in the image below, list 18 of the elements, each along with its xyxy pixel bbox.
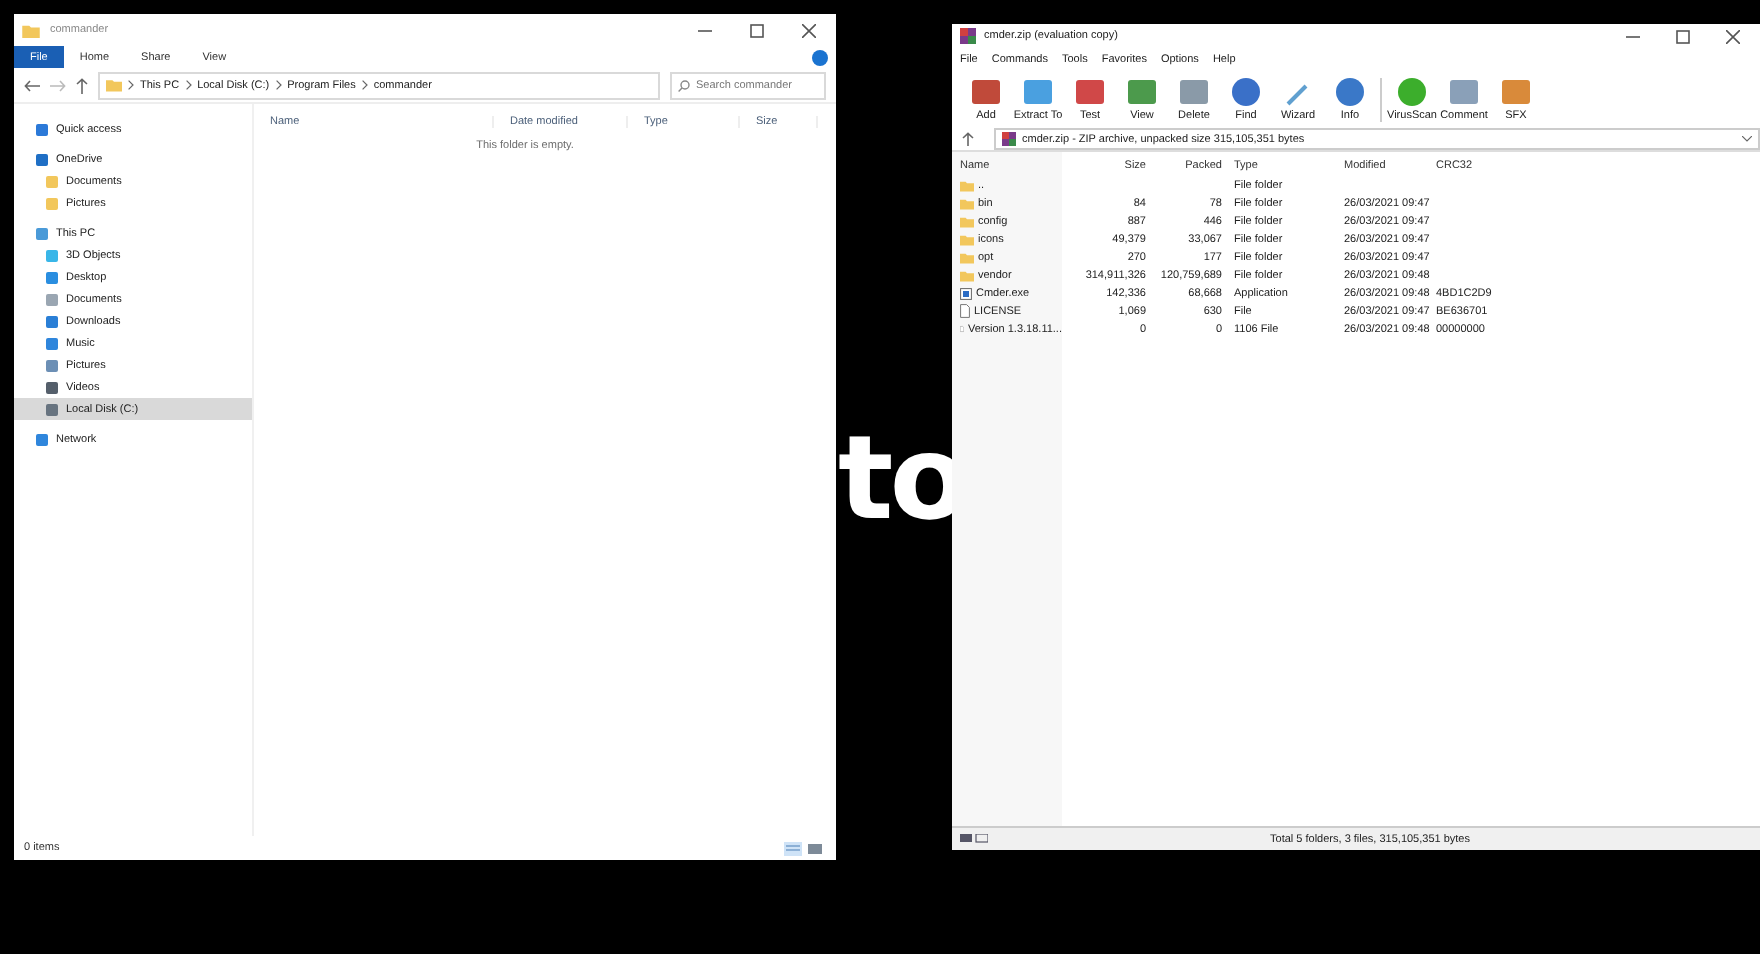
back-icon[interactable] xyxy=(24,79,40,91)
large-icons-view-icon[interactable] xyxy=(806,841,824,855)
search-icon xyxy=(678,79,690,91)
application-icon xyxy=(960,287,972,299)
maximize-icon[interactable] xyxy=(750,23,764,37)
close-icon[interactable] xyxy=(802,23,816,37)
maximize-icon[interactable] xyxy=(1676,29,1690,43)
up-icon[interactable] xyxy=(962,132,974,146)
archive-icon xyxy=(1002,132,1016,146)
up-icon[interactable] xyxy=(76,77,88,93)
chevron-icon xyxy=(361,80,368,90)
close-icon[interactable] xyxy=(1726,29,1740,43)
chevron-icon xyxy=(185,80,192,90)
dropdown-icon[interactable] xyxy=(1742,136,1752,142)
drive-icon xyxy=(960,834,988,844)
chevron-icon xyxy=(275,80,282,90)
archive-icon xyxy=(960,28,976,44)
chevron-icon xyxy=(128,80,134,90)
